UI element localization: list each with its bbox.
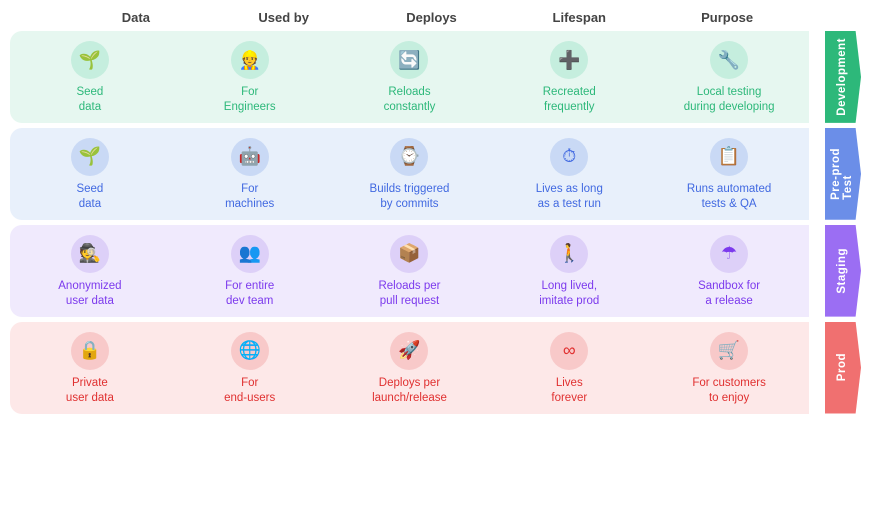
cell-label-dev-2: Reloadsconstantly	[384, 85, 436, 115]
cell-label-staging-4: Sandbox fora release	[698, 279, 760, 309]
header-col: Deploys	[358, 10, 506, 25]
cell-icon-dev-4: 🔧	[710, 41, 748, 79]
cell-icon-prod-2: 🚀	[390, 332, 428, 370]
cell-test-2: ⌚ Builds triggeredby commits	[330, 128, 490, 220]
cell-test-1: 🤖 Formachines	[170, 128, 330, 220]
cell-dev-4: 🔧 Local testingduring developing	[649, 31, 809, 123]
cell-staging-3: 🚶 Long lived,imitate prod	[489, 225, 649, 317]
cell-label-prod-4: For customersto enjoy	[692, 376, 766, 406]
cell-label-dev-0: Seeddata	[76, 85, 103, 115]
header-col: Purpose	[653, 10, 801, 25]
header-row: DataUsed byDeploysLifespanPurpose	[10, 10, 861, 25]
cell-icon-dev-0: 🌱	[71, 41, 109, 79]
row-label-dev: Development	[825, 31, 861, 123]
header-col: Used by	[210, 10, 358, 25]
cell-label-prod-1: Forend-users	[224, 376, 275, 406]
cell-label-dev-4: Local testingduring developing	[684, 85, 775, 115]
cell-icon-test-2: ⌚	[390, 138, 428, 176]
cell-label-staging-2: Reloads perpull request	[378, 279, 440, 309]
cell-icon-prod-4: 🛒	[710, 332, 748, 370]
cell-icon-staging-0: 🕵	[71, 235, 109, 273]
row-label-prod: Prod	[825, 322, 861, 414]
cell-icon-dev-3: ➕	[550, 41, 588, 79]
row-label-container-dev: Development	[809, 31, 861, 123]
cell-dev-0: 🌱 Seeddata	[10, 31, 170, 123]
header-col: Data	[62, 10, 210, 25]
cell-label-test-1: Formachines	[225, 182, 274, 212]
cell-label-staging-1: For entiredev team	[225, 279, 274, 309]
cell-prod-2: 🚀 Deploys perlaunch/release	[330, 322, 490, 414]
row-label-test: Pre-prodTest	[825, 128, 861, 220]
cell-icon-test-0: 🌱	[71, 138, 109, 176]
row-prod: 🔒 Privateuser data 🌐 Forend-users 🚀 Deploys p…	[10, 322, 861, 414]
cell-label-dev-3: Recreatedfrequently	[543, 85, 596, 115]
row-staging: 🕵 Anonymizeduser data 👥 For entiredev team 📦…	[10, 225, 861, 317]
cell-icon-staging-4: ☂	[710, 235, 748, 273]
cell-label-dev-1: ForEngineers	[224, 85, 276, 115]
cell-label-prod-2: Deploys perlaunch/release	[372, 376, 447, 406]
cell-prod-4: 🛒 For customersto enjoy	[649, 322, 809, 414]
cell-label-prod-3: Livesforever	[551, 376, 587, 406]
cell-dev-3: ➕ Recreatedfrequently	[489, 31, 649, 123]
cell-test-3: ⏱ Lives as longas a test run	[489, 128, 649, 220]
cell-staging-2: 📦 Reloads perpull request	[330, 225, 490, 317]
cell-label-test-2: Builds triggeredby commits	[370, 182, 450, 212]
cell-icon-staging-3: 🚶	[550, 235, 588, 273]
row-label-staging: Staging	[825, 225, 861, 317]
grid-area: 🌱 Seeddata 👷 ForEngineers 🔄 Reloadsconstantly…	[10, 31, 861, 414]
cell-dev-1: 👷 ForEngineers	[170, 31, 330, 123]
main-container: DataUsed byDeploysLifespanPurpose 🌱 Seedd…	[0, 0, 871, 424]
row-label-container-staging: Staging	[809, 225, 861, 317]
row-dev: 🌱 Seeddata 👷 ForEngineers 🔄 Reloadsconstantly…	[10, 31, 861, 123]
cell-icon-test-4: 📋	[710, 138, 748, 176]
cell-icon-prod-1: 🌐	[231, 332, 269, 370]
cell-prod-1: 🌐 Forend-users	[170, 322, 330, 414]
cell-label-prod-0: Privateuser data	[66, 376, 114, 406]
header-col: Lifespan	[505, 10, 653, 25]
cell-icon-prod-3: ∞	[550, 332, 588, 370]
cell-dev-2: 🔄 Reloadsconstantly	[330, 31, 490, 123]
cell-icon-test-3: ⏱	[550, 138, 588, 176]
cell-icon-prod-0: 🔒	[71, 332, 109, 370]
cell-icon-dev-1: 👷	[231, 41, 269, 79]
cell-test-0: 🌱 Seeddata	[10, 128, 170, 220]
cell-label-staging-3: Long lived,imitate prod	[539, 279, 599, 309]
cell-icon-test-1: 🤖	[231, 138, 269, 176]
cell-icon-dev-2: 🔄	[390, 41, 428, 79]
cell-prod-0: 🔒 Privateuser data	[10, 322, 170, 414]
cell-test-4: 📋 Runs automatedtests & QA	[649, 128, 809, 220]
cell-label-staging-0: Anonymizeduser data	[58, 279, 121, 309]
row-label-container-test: Pre-prodTest	[809, 128, 861, 220]
cell-label-test-3: Lives as longas a test run	[536, 182, 603, 212]
cell-staging-1: 👥 For entiredev team	[170, 225, 330, 317]
cell-icon-staging-2: 📦	[390, 235, 428, 273]
cell-prod-3: ∞ Livesforever	[489, 322, 649, 414]
row-label-container-prod: Prod	[809, 322, 861, 414]
cell-staging-4: ☂ Sandbox fora release	[649, 225, 809, 317]
row-test: 🌱 Seeddata 🤖 Formachines ⌚ Builds triggeredby…	[10, 128, 861, 220]
cell-label-test-0: Seeddata	[76, 182, 103, 212]
cell-icon-staging-1: 👥	[231, 235, 269, 273]
cell-label-test-4: Runs automatedtests & QA	[687, 182, 771, 212]
cell-staging-0: 🕵 Anonymizeduser data	[10, 225, 170, 317]
